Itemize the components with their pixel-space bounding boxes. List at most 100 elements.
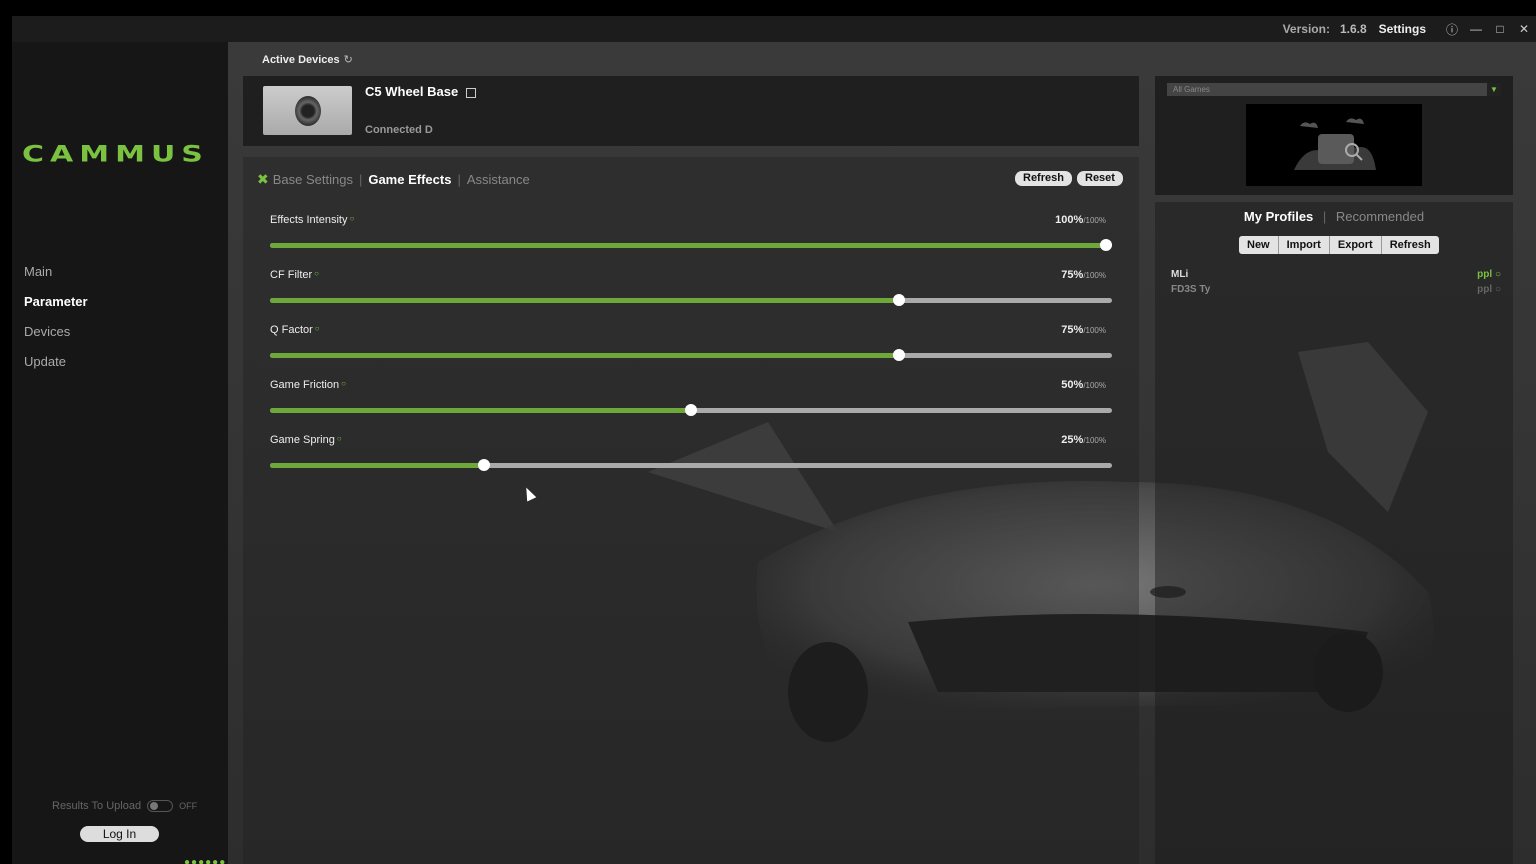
sidebar-item-update[interactable]: Update: [24, 352, 88, 382]
profile-name: FD3S Ty: [1171, 284, 1211, 295]
slider-value-text: 50%: [1061, 379, 1084, 391]
tab-separator: |: [1322, 209, 1327, 224]
games-select-value: All Games: [1173, 85, 1210, 94]
sidebar-item-devices[interactable]: Devices: [24, 322, 88, 352]
tab-separator: |: [358, 172, 363, 187]
slider-value: 75%/100%: [1061, 269, 1106, 281]
slider-label: Game Spring ○: [270, 434, 342, 446]
version-label: Version:: [1282, 22, 1330, 36]
device-card[interactable]: C5 Wheel Base Connected D: [243, 76, 1139, 146]
new-profile-button[interactable]: New: [1239, 236, 1279, 254]
reset-button[interactable]: Reset: [1077, 171, 1123, 186]
slider-label: Effects Intensity ○: [270, 214, 354, 226]
tab-separator: |: [457, 172, 461, 187]
refresh-devices-icon[interactable]: ↻: [344, 54, 353, 66]
main-area: Active Devices ↻ C5 Wheel Base Connected …: [228, 42, 1536, 864]
close-icon[interactable]: ✕: [1512, 22, 1536, 36]
profiles-card: My Profiles | Recommended New Import Exp…: [1155, 202, 1513, 864]
loading-dots: ●●●●●●: [184, 857, 227, 864]
export-profile-button[interactable]: Export: [1329, 236, 1382, 254]
slider-track[interactable]: [270, 239, 1112, 251]
slider-game-friction: Game Friction ○ 50%/100%: [270, 379, 1112, 429]
slider-track[interactable]: [270, 294, 1112, 306]
slider-fill: [270, 353, 899, 358]
game-placeholder-image: [1246, 104, 1422, 186]
import-profile-button[interactable]: Import: [1278, 236, 1330, 254]
slider-label: Game Friction ○: [270, 379, 346, 391]
info-icon[interactable]: ○: [341, 379, 346, 388]
slider-value-text: 75%: [1061, 324, 1084, 336]
upload-toggle[interactable]: [147, 800, 174, 812]
active-devices-header: Active Devices ↻: [262, 53, 353, 66]
chevron-down-icon[interactable]: ▼: [1487, 83, 1501, 96]
slider-track[interactable]: [270, 459, 1112, 471]
minimize-icon[interactable]: —: [1464, 22, 1488, 36]
slider-track[interactable]: [270, 404, 1112, 416]
slider-track[interactable]: [270, 349, 1112, 361]
slider-value: 100%/100%: [1055, 214, 1106, 226]
slider-max: /100%: [1083, 216, 1106, 225]
slider-value: 25%/100%: [1061, 434, 1106, 446]
slider-label-text: CF Filter: [270, 269, 313, 281]
upload-label: Results To Upload: [52, 800, 142, 812]
sidebar-nav: Main Parameter Devices Update: [24, 262, 88, 382]
slider-label: CF Filter ○: [270, 269, 319, 281]
profile-apply[interactable]: ppl ○: [1477, 284, 1501, 295]
slider-cf-filter: CF Filter ○ 75%/100%: [270, 269, 1112, 319]
device-name: C5 Wheel Base: [365, 84, 477, 99]
slider-thumb[interactable]: [685, 404, 697, 416]
slider-game-spring: Game Spring ○ 25%/100%: [270, 434, 1112, 484]
slider-value-text: 25%: [1061, 434, 1084, 446]
tab-base-settings[interactable]: Base Settings: [273, 172, 353, 187]
effects-tabs: ✖ Base Settings | Game Effects | Assista…: [257, 171, 530, 188]
tab-recommended[interactable]: Recommended: [1336, 209, 1424, 224]
profile-name: MLi: [1171, 269, 1189, 280]
cammus-logo: CAMMUS: [22, 141, 209, 168]
profile-item[interactable]: FD3S Ty ppl ○: [1171, 284, 1501, 298]
slider-label-text: Effects Intensity: [270, 214, 348, 226]
games-card: All Games ▼: [1155, 76, 1513, 195]
tab-game-effects[interactable]: Game Effects: [368, 172, 451, 187]
sidebar-item-parameter[interactable]: Parameter: [24, 292, 88, 322]
profile-item[interactable]: MLi ppl ○: [1171, 269, 1501, 283]
info-icon[interactable]: ○: [337, 434, 342, 443]
device-status: Connected D: [365, 124, 433, 136]
tab-my-profiles[interactable]: My Profiles: [1244, 209, 1313, 224]
maximize-icon[interactable]: □: [1488, 22, 1512, 36]
slider-q-factor: Q Factor ○ 75%/100%: [270, 324, 1112, 374]
slider-max: /100%: [1083, 436, 1106, 445]
device-config-icon[interactable]: [466, 87, 477, 98]
settings-link[interactable]: Settings: [1379, 22, 1426, 36]
info-icon[interactable]: ○: [314, 269, 319, 278]
slider-value-text: 100%: [1055, 214, 1084, 226]
slider-thumb[interactable]: [1100, 239, 1112, 251]
slider-label-text: Game Spring: [270, 434, 335, 446]
slider-thumb[interactable]: [477, 459, 490, 471]
profile-apply[interactable]: ppl ○: [1477, 269, 1501, 280]
refresh-profiles-button[interactable]: Refresh: [1381, 236, 1439, 254]
sidebar-item-main[interactable]: Main: [24, 262, 88, 292]
slider-value-text: 75%: [1061, 269, 1084, 281]
sidebar: CAMMUS Main Parameter Devices Update Res…: [12, 42, 228, 864]
upload-state: OFF: [179, 801, 198, 811]
device-name-label: C5 Wheel Base: [365, 84, 459, 99]
slider-thumb[interactable]: [892, 349, 905, 361]
version-value: 1.6.8: [1339, 22, 1367, 36]
tab-assistance[interactable]: Assistance: [467, 172, 530, 187]
login-button[interactable]: Log In: [80, 826, 159, 842]
slider-label: Q Factor ○: [270, 324, 320, 336]
help-icon[interactable]: ⓘ: [1440, 21, 1464, 38]
slider-thumb[interactable]: [892, 294, 905, 306]
slider-max: /100%: [1083, 326, 1106, 335]
games-select[interactable]: All Games ▼: [1167, 83, 1501, 96]
slider-label-text: Game Friction: [270, 379, 340, 391]
info-icon[interactable]: ○: [349, 214, 354, 223]
info-icon[interactable]: ○: [315, 324, 320, 333]
slider-fill: [270, 463, 484, 468]
wheel-base-image: [263, 86, 352, 135]
slider-max: /100%: [1083, 381, 1106, 390]
slider-label-text: Q Factor: [270, 324, 313, 336]
active-devices-label: Active Devices: [262, 54, 340, 66]
refresh-button[interactable]: Refresh: [1015, 171, 1072, 186]
slider-fill: [270, 408, 691, 413]
